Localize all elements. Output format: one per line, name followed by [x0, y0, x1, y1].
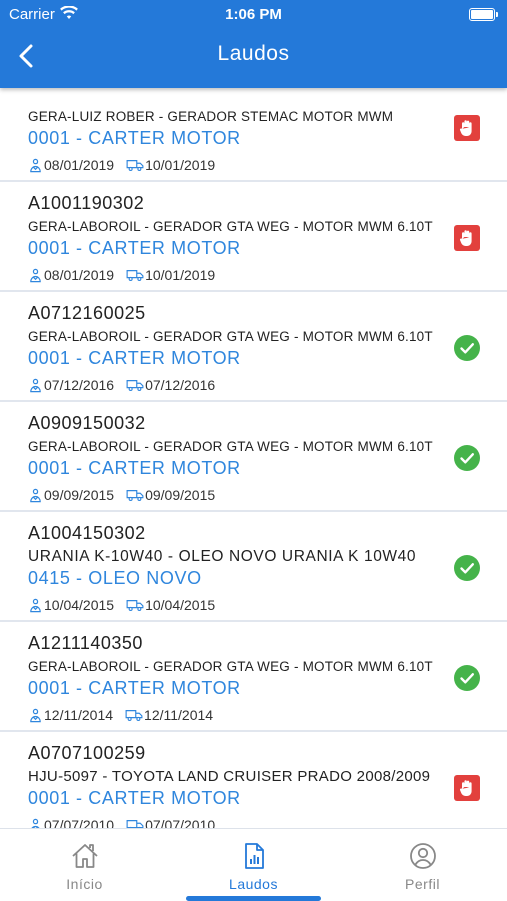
laudo-code: A0909150032 — [28, 413, 146, 433]
collection-icon — [30, 268, 41, 282]
delivery-date: 12/11/2014 — [144, 707, 214, 723]
laudo-description: GERA-LABOROIL - GERADOR GTA WEG - MOTOR … — [28, 439, 433, 454]
laudo-item: 0001 - CARTER MOTOR — [28, 238, 241, 258]
truck-icon — [125, 710, 143, 721]
laudo-description: GERA-LABOROIL - GERADOR GTA WEG - MOTOR … — [28, 329, 433, 344]
laudo-item: 0001 - CARTER MOTOR — [28, 128, 241, 148]
laudo-card[interactable]: A0707100259 HJU-5097 - TOYOTA LAND CRUIS… — [0, 732, 507, 842]
delivery-date: 10/01/2019 — [145, 157, 216, 173]
collection-icon — [30, 488, 41, 502]
laudo-item: 0001 - CARTER MOTOR — [28, 348, 241, 368]
laudos-list: GERA-LUIZ ROBER - GERADOR STEMAC MOTOR M… — [0, 72, 507, 842]
tab-inicio[interactable]: Início — [0, 829, 169, 901]
collection-date: 09/09/2015 — [44, 487, 115, 503]
home-icon — [72, 844, 98, 868]
delivery-date: 07/12/2016 — [145, 377, 216, 393]
laudo-description: HJU-5097 - TOYOTA LAND CRUISER PRADO 200… — [28, 768, 431, 785]
report-icon — [245, 843, 264, 869]
collection-icon — [30, 378, 41, 392]
check-circle-icon — [454, 335, 480, 361]
alert-hand-icon — [454, 115, 480, 141]
laudo-dates: 08/01/2019 10/01/2019 — [28, 267, 215, 283]
tab-label: Laudos — [229, 876, 278, 892]
laudo-description: URANIA K-10W40 - OLEO NOVO URANIA K 10W4… — [28, 548, 417, 565]
laudo-code: A1001190302 — [28, 193, 145, 213]
laudo-card[interactable]: GERA-LUIZ ROBER - GERADOR STEMAC MOTOR M… — [0, 72, 507, 182]
collection-icon — [30, 598, 41, 612]
truck-icon — [126, 160, 144, 171]
laudo-description: GERA-LABOROIL - GERADOR GTA WEG - MOTOR … — [28, 219, 433, 234]
profile-icon — [410, 843, 436, 869]
truck-icon — [126, 380, 144, 391]
collection-date: 07/12/2016 — [44, 377, 115, 393]
status-bar: Carrier 1:06 PM — [0, 0, 507, 28]
active-tab-indicator — [186, 896, 321, 901]
laudo-dates: 08/01/2019 10/01/2019 — [28, 157, 215, 173]
collection-icon — [30, 708, 41, 722]
laudo-dates: 10/04/2015 10/04/2015 — [28, 597, 215, 613]
alert-hand-icon — [454, 225, 480, 251]
tab-bar: Início Laudos Perfil — [0, 828, 507, 901]
laudo-description: GERA-LUIZ ROBER - GERADOR STEMAC MOTOR M… — [28, 109, 394, 124]
laudo-item: 0001 - CARTER MOTOR — [28, 458, 241, 478]
clock: 1:06 PM — [225, 6, 282, 23]
laudo-item: 0415 - OLEO NOVO — [28, 568, 202, 588]
tab-label: Início — [66, 876, 103, 892]
delivery-date: 09/09/2015 — [145, 487, 216, 503]
check-circle-icon — [454, 445, 480, 471]
tab-perfil[interactable]: Perfil — [338, 829, 507, 901]
app-header: Carrier 1:06 PM Laudos — [0, 0, 507, 88]
truck-icon — [126, 490, 144, 501]
delivery-date: 10/01/2019 — [145, 267, 216, 283]
check-circle-icon — [454, 555, 480, 581]
laudo-dates: 09/09/2015 09/09/2015 — [28, 487, 215, 503]
laudo-dates: 12/11/2014 12/11/2014 — [28, 707, 213, 723]
collection-date: 08/01/2019 — [44, 157, 115, 173]
laudo-card[interactable]: A1211140350 GERA-LABOROIL - GERADOR GTA … — [0, 622, 507, 732]
truck-icon — [126, 600, 144, 611]
delivery-date: 10/04/2015 — [145, 597, 216, 613]
collection-icon — [30, 158, 41, 172]
alert-hand-icon — [454, 775, 480, 801]
laudo-code: A0712160025 — [28, 303, 146, 323]
tab-label: Perfil — [405, 876, 440, 892]
truck-icon — [126, 270, 144, 281]
laudo-card[interactable]: A0712160025 GERA-LABOROIL - GERADOR GTA … — [0, 292, 507, 402]
collection-date: 10/04/2015 — [44, 597, 115, 613]
laudo-card[interactable]: A1004150302 URANIA K-10W40 - OLEO NOVO U… — [0, 512, 507, 622]
laudo-description: GERA-LABOROIL - GERADOR GTA WEG - MOTOR … — [28, 659, 433, 674]
laudo-dates: 07/12/2016 07/12/2016 — [28, 377, 215, 393]
laudo-code: A0707100259 — [28, 743, 146, 763]
laudo-code: A1211140350 — [28, 633, 143, 653]
laudo-card[interactable]: A0909150032 GERA-LABOROIL - GERADOR GTA … — [0, 402, 507, 512]
collection-date: 12/11/2014 — [44, 707, 114, 723]
laudo-item: 0001 - CARTER MOTOR — [28, 788, 241, 808]
laudo-item: 0001 - CARTER MOTOR — [28, 678, 241, 698]
tab-laudos[interactable]: Laudos — [169, 829, 338, 901]
battery-icon — [469, 8, 498, 21]
collection-date: 08/01/2019 — [44, 267, 115, 283]
laudo-card[interactable]: A1001190302 GERA-LABOROIL - GERADOR GTA … — [0, 182, 507, 292]
laudo-code: A1004150302 — [28, 523, 146, 543]
page-title: Laudos — [217, 42, 290, 65]
check-circle-icon — [454, 665, 480, 691]
